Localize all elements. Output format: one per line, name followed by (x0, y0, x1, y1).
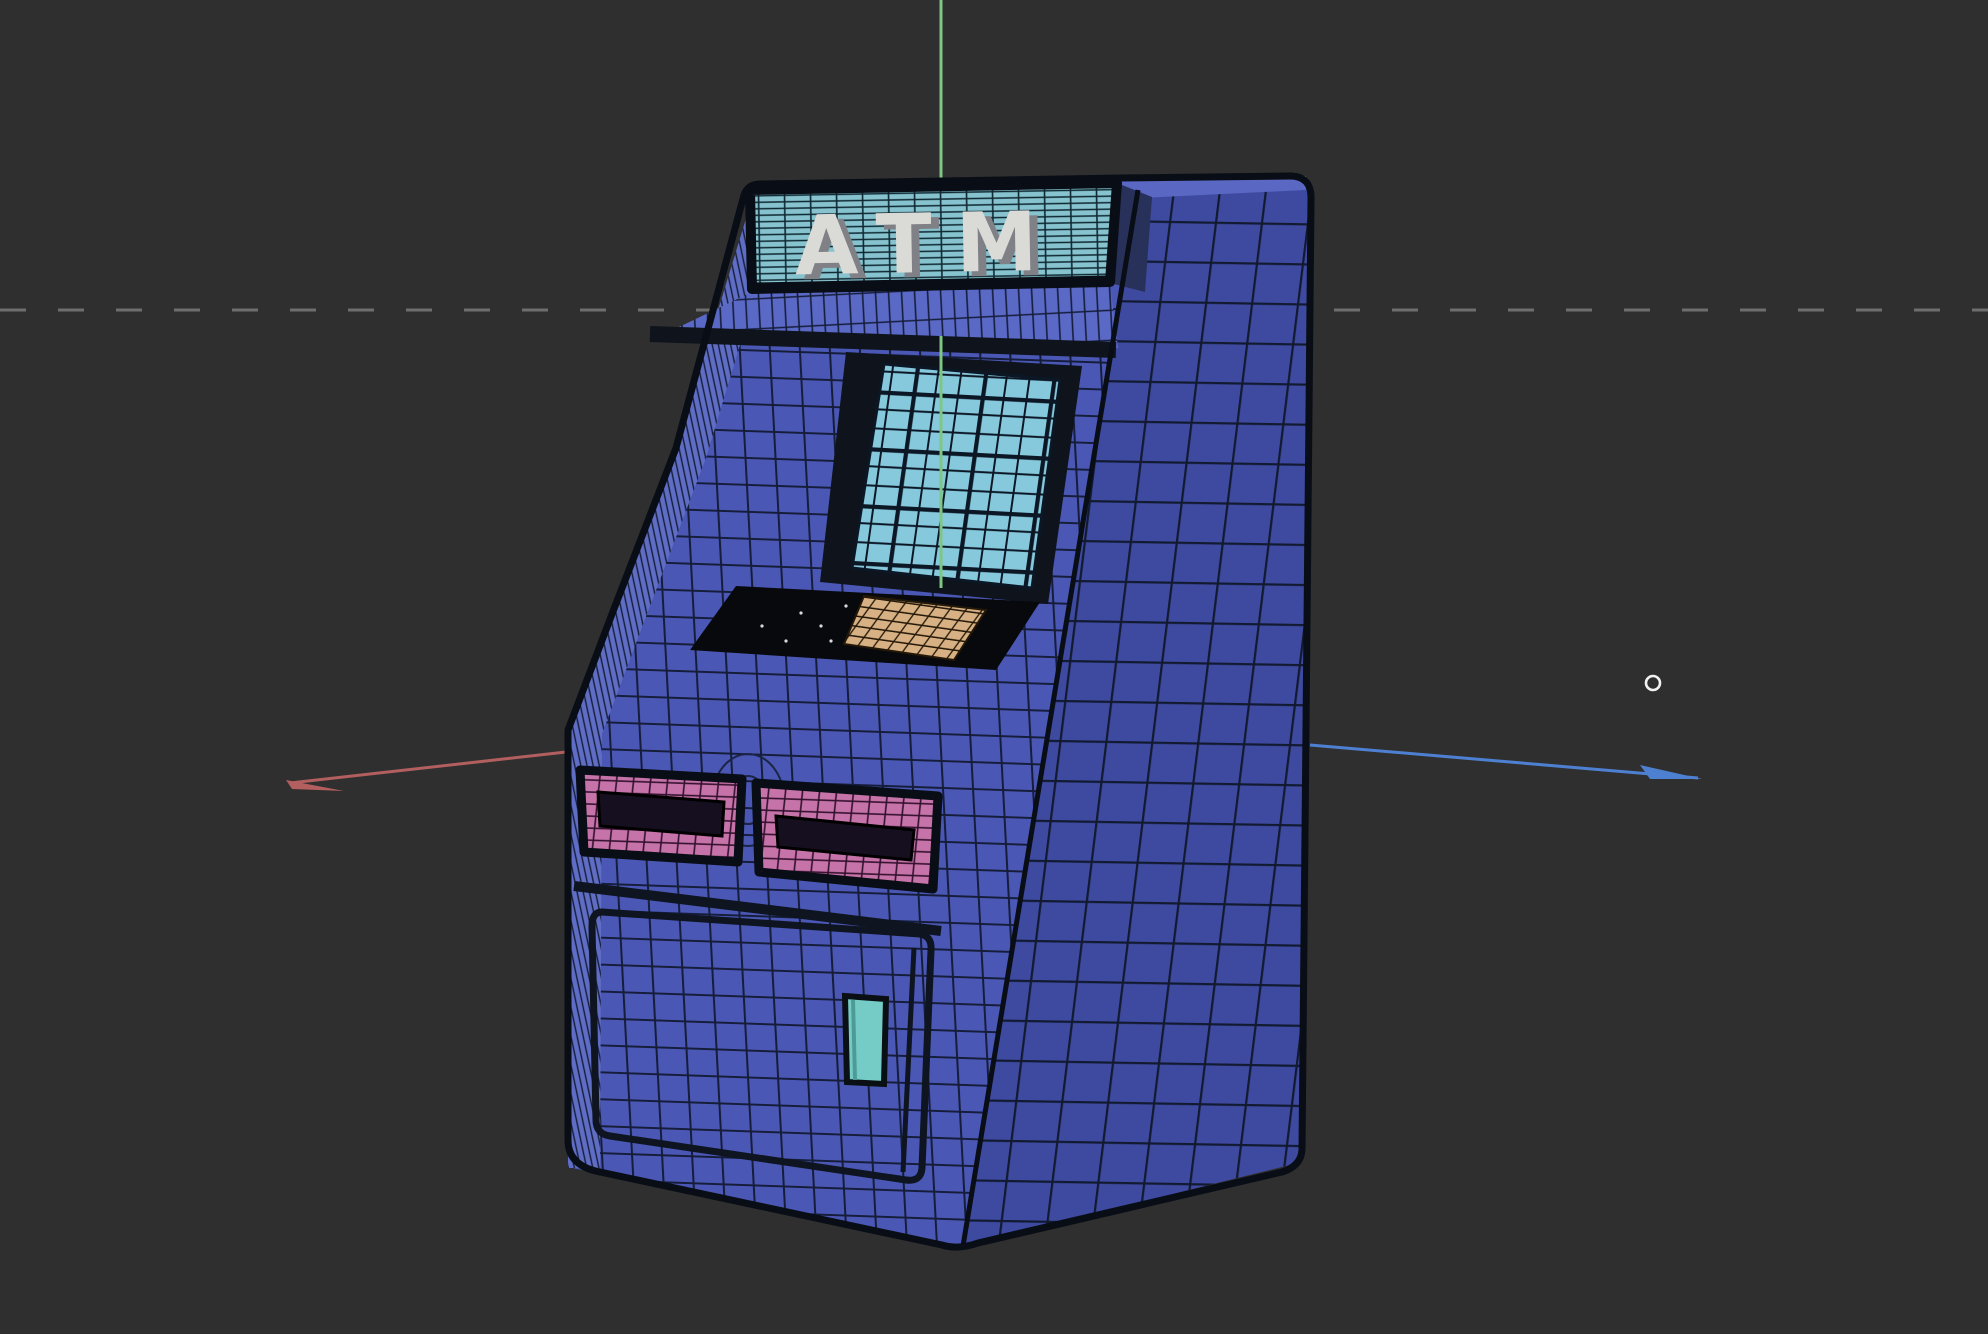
viewport-canvas: ATM ATM (0, 0, 1988, 1334)
atm-screen (850, 362, 1062, 590)
3d-viewport[interactable]: ATM ATM (0, 0, 1988, 1334)
cash-slot-right (751, 778, 943, 894)
cash-slot-left (575, 765, 747, 867)
receipt-slot (841, 992, 890, 1088)
